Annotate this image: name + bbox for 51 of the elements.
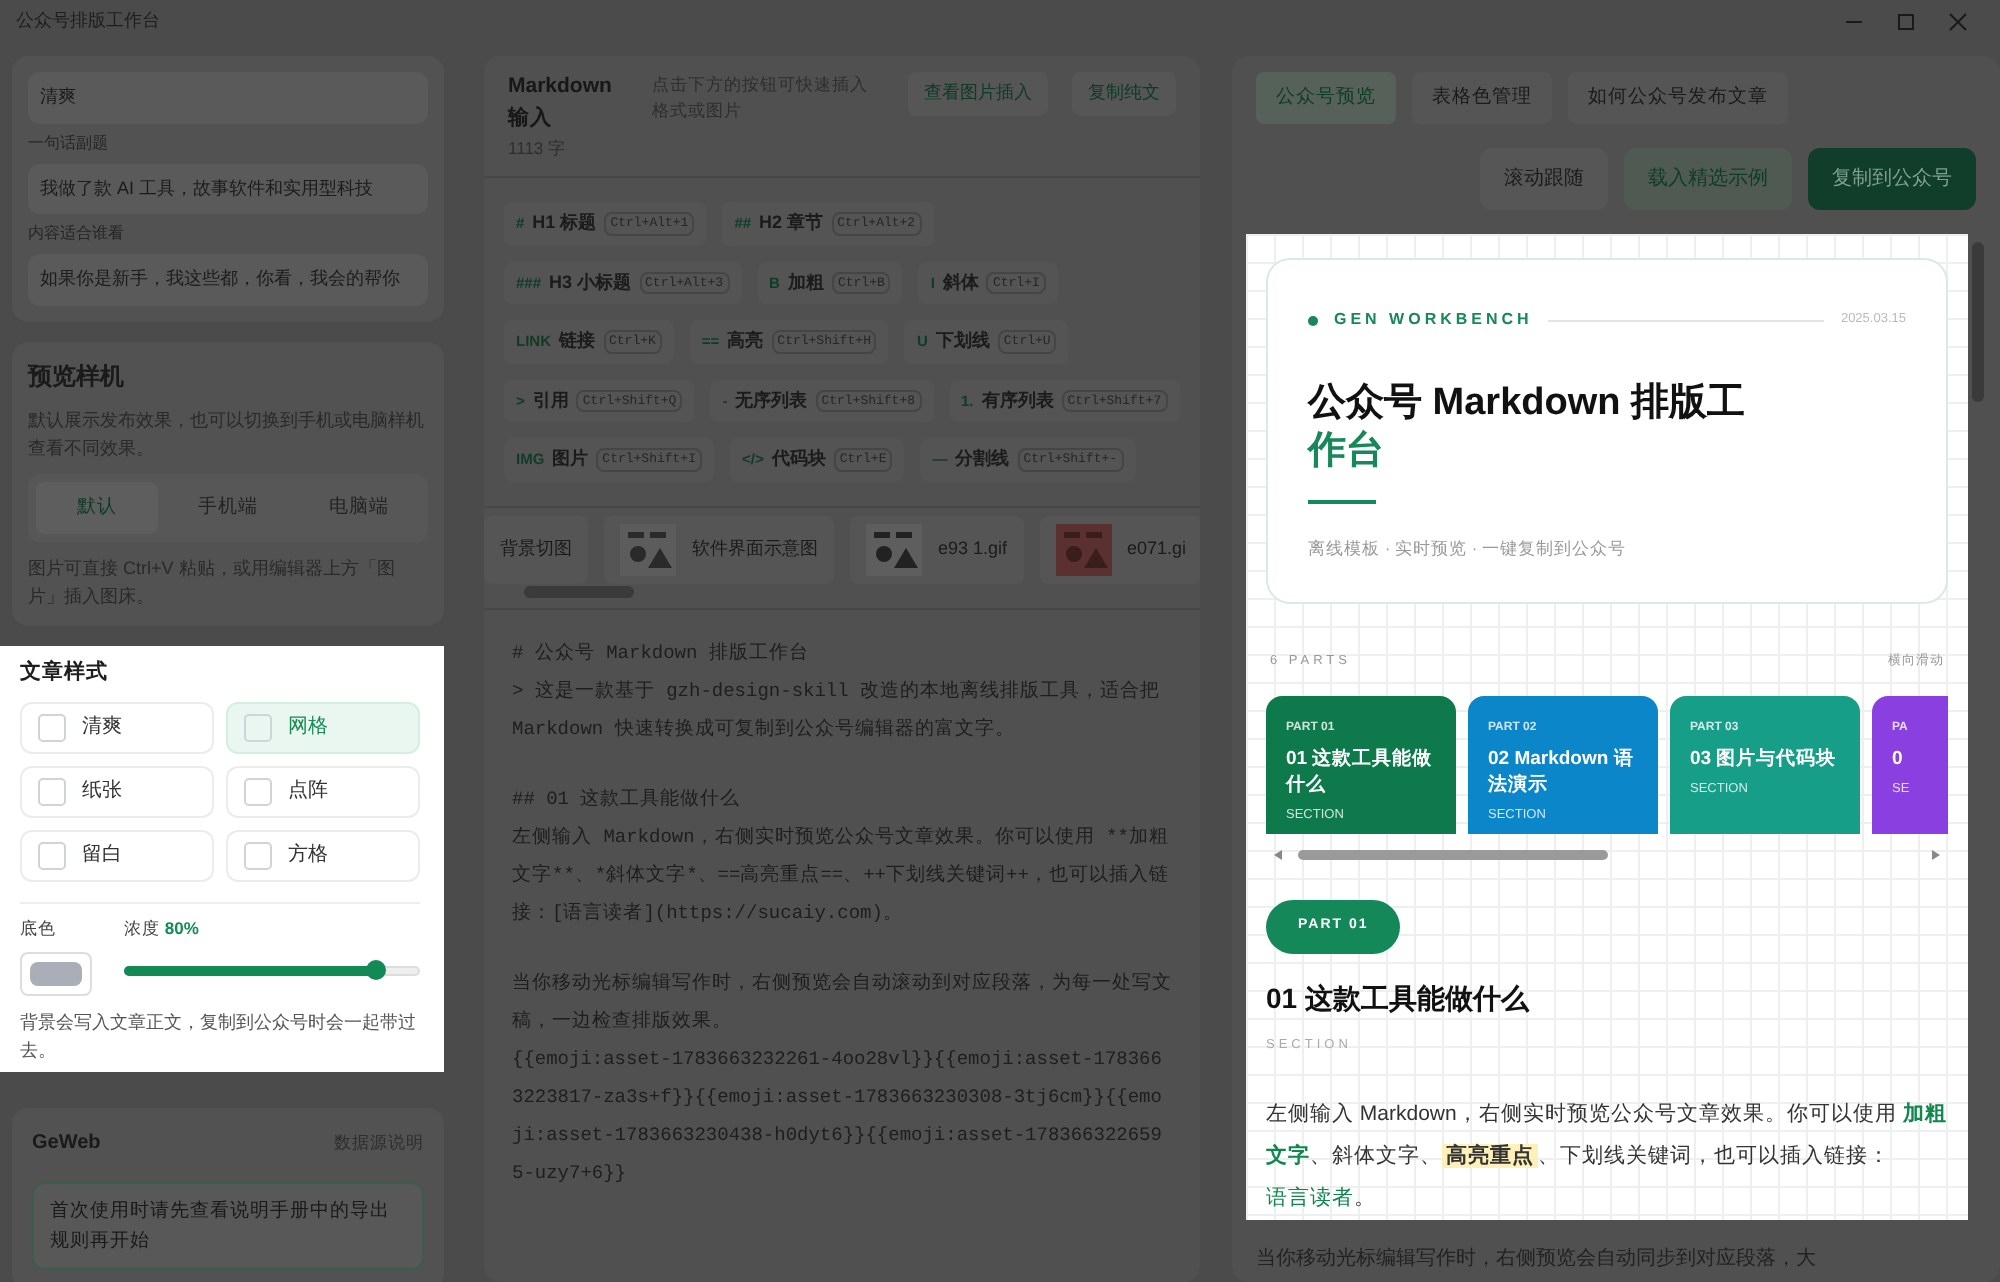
text-field[interactable]: 我做了款 AI 工具，故事软件和实用型科技 [28,163,428,214]
style-option[interactable]: 留白 [20,829,214,881]
tab[interactable]: 如何公众号发布文章 [1568,72,1788,125]
density-label: 浓度 80% [124,915,201,941]
style-option[interactable]: 清爽 [20,701,214,753]
panel-title: Markdown 输入 [508,72,614,134]
scrollbar-thumb[interactable] [1298,850,1608,860]
action-button[interactable]: 载入精选示例 [1624,148,1792,211]
paragraph: 左侧输入 Markdown，右侧实时预览公众号文章效果。你可以使用 加粗文字、斜体文字、 高亮重点 、下划线关键词，也可以插入链接： 语言读者。 [1266,1100,1948,1215]
toolbar-button[interactable]: 复制纯文 [1072,72,1176,115]
notice: 首次使用时请先查看说明手册中的导出规则再开始 [32,1182,424,1271]
asset-card[interactable]: 软件界面示意图 [604,515,834,584]
action-button[interactable]: 滚动跟随 [1480,148,1608,211]
pattern-icon [244,713,272,741]
brand-name: GeWeb [32,1130,101,1159]
maximize-icon[interactable] [1896,12,1916,32]
cover-subtitle: 离线模板 · 实时预览 · 一键复制到公众号 [1308,536,1629,562]
tab[interactable]: 公众号预览 [1256,72,1396,125]
color-swatch[interactable] [20,952,92,997]
style-option[interactable]: 纸张 [20,765,214,817]
style-option[interactable]: 方格 [226,829,420,881]
pattern-icon [244,777,272,805]
scroll-left-icon[interactable] [1274,850,1282,860]
asset-card[interactable]: e93 1.gif [850,515,1024,584]
highlighted-text: 高亮重点 [1442,1144,1538,1169]
link[interactable]: 语言读者 [1266,1186,1354,1211]
pattern-icon [38,841,66,869]
pattern-icon [244,841,272,869]
text-field[interactable]: 如果你是新手，我这些都，你看，我会的帮你 [28,254,428,305]
section-title: 预览样机 [28,359,126,393]
brand-label: GEN WORKBENCH [1334,308,1533,333]
asset-card[interactable]: 背景切图 [484,515,588,584]
section-title: 01 这款工具能做什么 [1266,979,1532,1017]
style-option[interactable]: 点阵 [226,765,420,817]
style-option[interactable]: 网格 [226,701,420,753]
pattern-icon [38,777,66,805]
section-title: 文章样式 [20,657,110,688]
cover-title-accent: 作台 [1308,428,1386,477]
pattern-icon [38,713,66,741]
theme-select[interactable]: 清爽 [28,72,428,123]
tab[interactable]: 表格色管理 [1412,72,1552,125]
scrollbar-thumb[interactable] [524,585,634,598]
cover-title: 公众号 Markdown 排版工 [1308,380,1748,429]
color-label: 底色 [20,915,58,941]
toolbar-button[interactable]: 查看图片插入 [908,72,1048,115]
asset-card[interactable]: e071.gi [1039,515,1200,584]
device-tab[interactable]: 默认 [36,481,159,534]
note: 背景会写入文章正文，复制到公众号时会一起带过去。 [20,1010,418,1065]
close-icon[interactable] [1948,12,1968,32]
scroll-right-icon[interactable] [1932,850,1940,860]
action-button[interactable]: 复制到公众号 [1808,148,1976,211]
